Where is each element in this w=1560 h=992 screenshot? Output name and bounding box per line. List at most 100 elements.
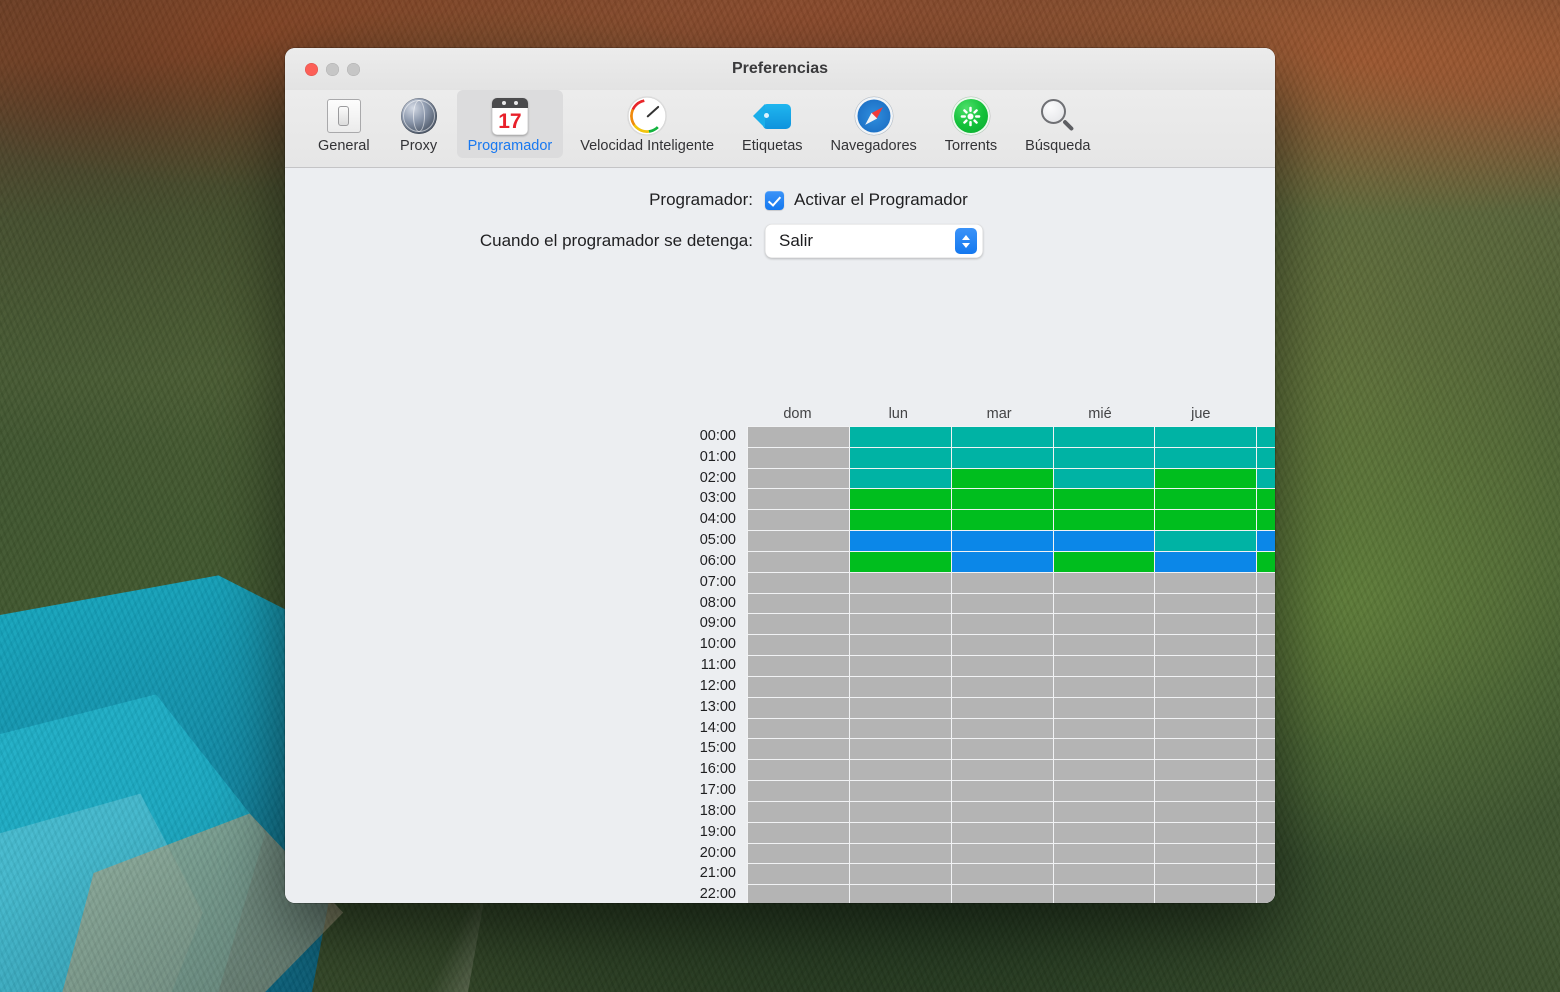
schedule-cell[interactable] — [1257, 676, 1275, 697]
schedule-cell[interactable] — [1257, 593, 1275, 614]
schedule-cell[interactable] — [951, 718, 1053, 739]
schedule-cell[interactable] — [1155, 468, 1257, 489]
chevron-updown-icon[interactable] — [955, 228, 977, 254]
schedule-cell[interactable] — [951, 635, 1053, 656]
schedule-cell[interactable] — [748, 718, 849, 739]
schedule-cell[interactable] — [849, 885, 951, 903]
schedule-cell[interactable] — [1155, 635, 1257, 656]
schedule-cell[interactable] — [951, 739, 1053, 760]
schedule-cell[interactable] — [748, 843, 849, 864]
schedule-cell[interactable] — [1155, 885, 1257, 903]
schedule-cell[interactable] — [1053, 843, 1155, 864]
schedule-cell[interactable] — [1053, 489, 1155, 510]
schedule-cell[interactable] — [849, 427, 951, 447]
schedule-cell[interactable] — [1053, 781, 1155, 801]
schedule-cell[interactable] — [1155, 760, 1257, 781]
schedule-cell[interactable] — [748, 885, 849, 903]
schedule-cell[interactable] — [748, 510, 849, 531]
schedule-cell[interactable] — [748, 656, 849, 676]
schedule-cell[interactable] — [1155, 697, 1257, 718]
schedule-cell[interactable] — [1155, 781, 1257, 801]
schedule-cell[interactable] — [849, 510, 951, 531]
schedule-cell[interactable] — [1155, 531, 1257, 551]
schedule-cell[interactable] — [1155, 801, 1257, 822]
schedule-cell[interactable] — [849, 531, 951, 551]
schedule-cell[interactable] — [849, 489, 951, 510]
zoom-button-icon[interactable] — [347, 62, 360, 76]
schedule-cell[interactable] — [1257, 718, 1275, 739]
schedule-cell[interactable] — [1257, 739, 1275, 760]
schedule-cell[interactable] — [951, 447, 1053, 468]
close-button-icon[interactable] — [305, 62, 318, 76]
schedule-cell[interactable] — [849, 739, 951, 760]
schedule-cell[interactable] — [1257, 843, 1275, 864]
schedule-cell[interactable] — [1257, 551, 1275, 572]
schedule-cell[interactable] — [1257, 468, 1275, 489]
schedule-cell[interactable] — [1155, 593, 1257, 614]
schedule-cell[interactable] — [748, 781, 849, 801]
schedule-cell[interactable] — [1155, 510, 1257, 531]
schedule-cell[interactable] — [951, 551, 1053, 572]
schedule-cell[interactable] — [748, 489, 849, 510]
schedule-cell[interactable] — [849, 760, 951, 781]
schedule-cell[interactable] — [748, 760, 849, 781]
schedule-cell[interactable] — [951, 843, 1053, 864]
schedule-cell[interactable] — [849, 656, 951, 676]
schedule-cell[interactable] — [849, 676, 951, 697]
schedule-cell[interactable] — [748, 739, 849, 760]
schedule-cell[interactable] — [748, 593, 849, 614]
schedule-cell[interactable] — [1053, 864, 1155, 885]
schedule-cell[interactable] — [951, 885, 1053, 903]
schedule-cell[interactable] — [1053, 510, 1155, 531]
schedule-cell[interactable] — [951, 676, 1053, 697]
schedule-cell[interactable] — [748, 468, 849, 489]
schedule-cell[interactable] — [748, 551, 849, 572]
toolbar-item-velocidad-inteligente[interactable]: Velocidad Inteligente — [569, 90, 725, 158]
schedule-cell[interactable] — [1257, 864, 1275, 885]
schedule-cell[interactable] — [1155, 864, 1257, 885]
schedule-cell[interactable] — [1053, 427, 1155, 447]
schedule-cell[interactable] — [849, 781, 951, 801]
schedule-cell[interactable] — [849, 864, 951, 885]
schedule-cells[interactable] — [747, 426, 1275, 903]
schedule-cell[interactable] — [1053, 801, 1155, 822]
schedule-cell[interactable] — [951, 427, 1053, 447]
schedule-cell[interactable] — [748, 572, 849, 593]
schedule-cell[interactable] — [1155, 718, 1257, 739]
schedule-cell[interactable] — [748, 801, 849, 822]
toolbar-item-general[interactable]: General — [307, 90, 381, 158]
schedule-cell[interactable] — [1257, 656, 1275, 676]
schedule-cell[interactable] — [1053, 697, 1155, 718]
schedule-cell[interactable] — [748, 614, 849, 635]
schedule-cell[interactable] — [1053, 822, 1155, 843]
schedule-cell[interactable] — [1053, 593, 1155, 614]
toolbar-item-torrents[interactable]: Torrents — [934, 90, 1008, 158]
schedule-cell[interactable] — [951, 468, 1053, 489]
schedule-cell[interactable] — [951, 614, 1053, 635]
schedule-cell[interactable] — [1053, 656, 1155, 676]
enable-scheduler-checkbox[interactable] — [765, 190, 784, 210]
schedule-cell[interactable] — [849, 801, 951, 822]
schedule-cell[interactable] — [1257, 572, 1275, 593]
schedule-cell[interactable] — [1257, 801, 1275, 822]
schedule-cell[interactable] — [951, 822, 1053, 843]
schedule-cell[interactable] — [1155, 843, 1257, 864]
schedule-cell[interactable] — [951, 593, 1053, 614]
schedule-cell[interactable] — [1053, 447, 1155, 468]
schedule-cell[interactable] — [951, 531, 1053, 551]
schedule-cell[interactable] — [849, 697, 951, 718]
schedule-cell[interactable] — [1257, 635, 1275, 656]
schedule-cell[interactable] — [748, 822, 849, 843]
schedule-cell[interactable] — [748, 676, 849, 697]
schedule-cell[interactable] — [951, 510, 1053, 531]
schedule-cell[interactable] — [849, 468, 951, 489]
schedule-cell[interactable] — [1155, 427, 1257, 447]
schedule-cell[interactable] — [748, 864, 849, 885]
schedule-cell[interactable] — [1257, 489, 1275, 510]
schedule-cell[interactable] — [951, 697, 1053, 718]
schedule-cell[interactable] — [1257, 614, 1275, 635]
schedule-cell[interactable] — [1155, 489, 1257, 510]
schedule-cell[interactable] — [1257, 531, 1275, 551]
toolbar-item-programador[interactable]: 17 Programador — [456, 90, 564, 158]
toolbar-item-navegadores[interactable]: Navegadores — [820, 90, 928, 158]
